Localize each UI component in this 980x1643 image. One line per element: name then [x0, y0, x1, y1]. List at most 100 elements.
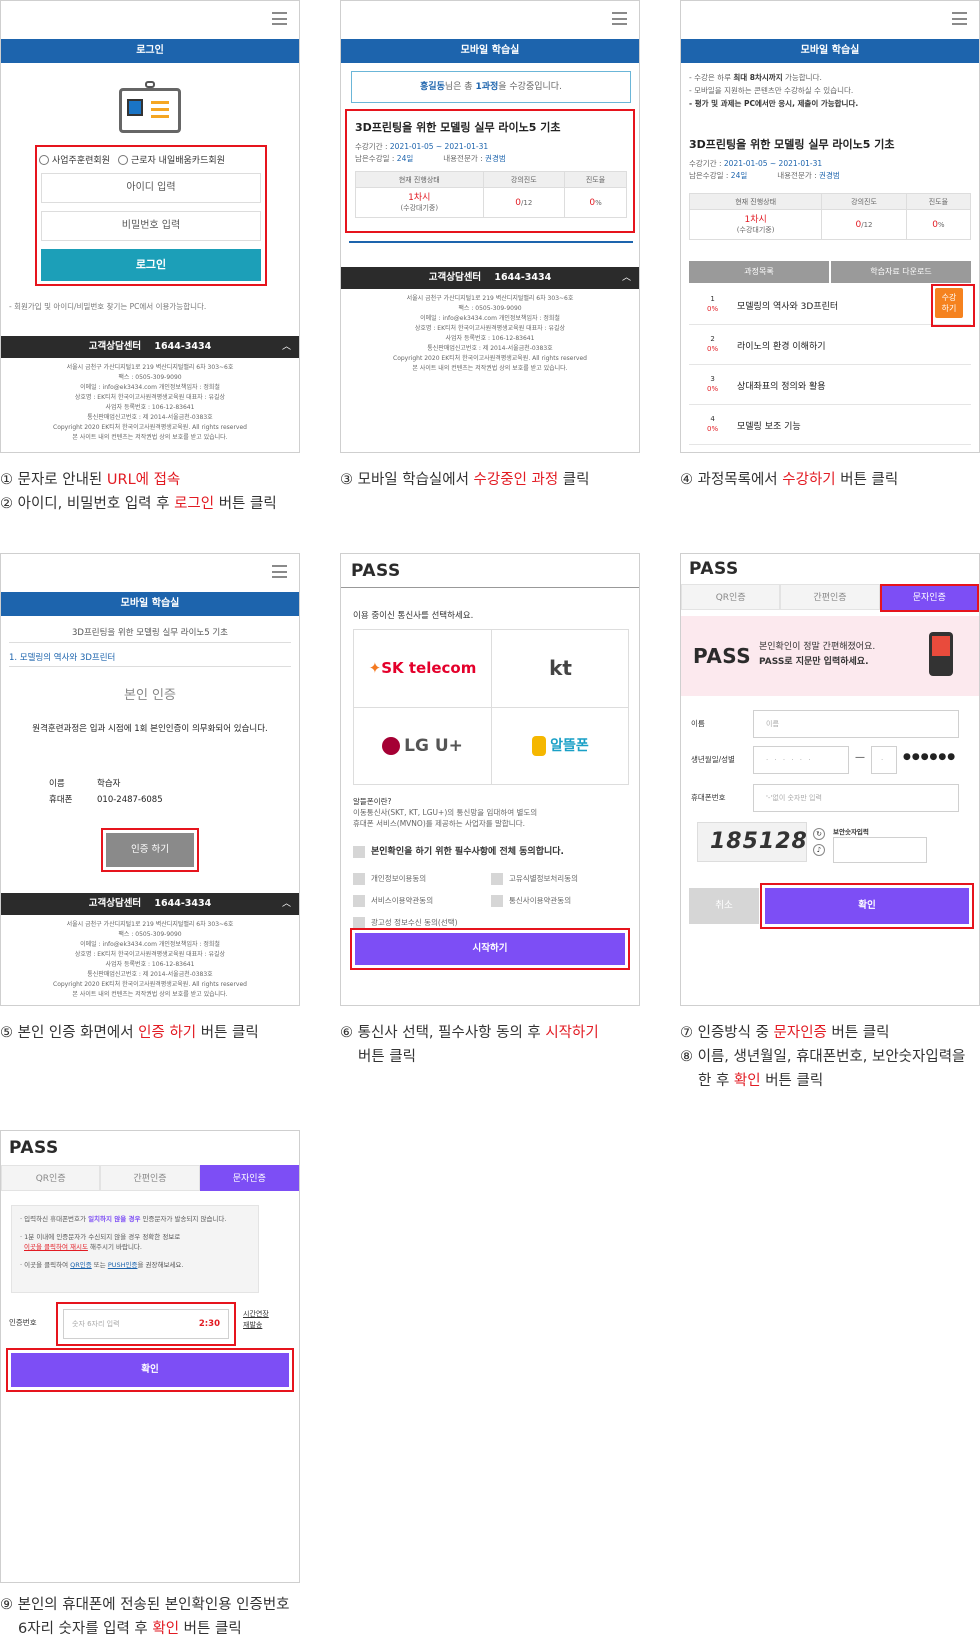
notice-highlight: 일치하지 않을 경우: [88, 1215, 141, 1223]
menu-icon[interactable]: [952, 12, 967, 25]
carrier-mvno[interactable]: 알뜰폰: [492, 708, 629, 785]
carrier-prompt: 이용 중이신 통신사를 선택하세요.: [353, 611, 474, 621]
agree-label: 서비스이용약관동의: [371, 896, 434, 905]
auth-tabs: QR인증 간편인증 문자인증: [1, 1165, 299, 1191]
cancel-button[interactable]: 취소: [689, 888, 759, 924]
retry-link[interactable]: 이곳을 클릭하여 재시도: [20, 1243, 88, 1251]
agree-item[interactable]: 서비스이용약관동의: [353, 890, 491, 912]
gender-input[interactable]: ·: [871, 746, 897, 774]
carrier-skt[interactable]: ✦SK telecom: [354, 630, 491, 707]
lesson-title: 상대좌표의 정의와 활용: [737, 382, 826, 392]
checkbox-icon: [353, 873, 365, 885]
chevron-up-icon[interactable]: ︿: [282, 336, 291, 358]
rate-unit: %: [937, 220, 945, 229]
resend-link[interactable]: 재발송: [243, 1320, 269, 1331]
name-input[interactable]: 이름: [753, 710, 959, 738]
mvno-mascot-icon: [532, 736, 547, 756]
lesson-title: 모델링 보조 기능: [737, 422, 801, 432]
course-count: 1과정: [475, 82, 499, 92]
identity-screen: 모바일 학습실 3D프린팅을 위한 모델링 실무 라이노5 기초 1. 모델링의…: [0, 553, 300, 1006]
carrier-kt[interactable]: kt: [492, 630, 629, 707]
tab-simple[interactable]: 간편인증: [100, 1165, 200, 1191]
captcha-input[interactable]: [833, 837, 927, 863]
footer-line: 본 사이트 내의 컨텐츠는 저작권법 상의 보호를 받고 있습니다.: [72, 991, 228, 998]
checkbox-icon: [491, 873, 503, 885]
list-head-course: 과정목록: [689, 261, 829, 283]
agree-item[interactable]: 개인정보이용동의: [353, 868, 491, 890]
name-label: 이름: [691, 719, 705, 728]
birth-input[interactable]: · · · · · ·: [753, 746, 849, 774]
enroll-notice: 홍길동님은 총 1과정을 수강중입니다.: [351, 71, 631, 103]
id-card-icon: [119, 81, 181, 133]
course-list-screen: 모바일 학습실 - 수강은 하루 최대 8차시까지 가능합니다. - 모바일을 …: [680, 0, 980, 453]
caption-text: 6자리 숫자를 입력 후: [18, 1621, 153, 1637]
list-item[interactable]: 4 0% 모델링 보조 기능: [689, 405, 971, 445]
caption-1: ① 문자로 안내된 URL에 접속 ② 아이디, 비밀번호 입력 후 로그인 버…: [0, 468, 277, 516]
caption-highlight: 시작하기: [545, 1025, 599, 1041]
chevron-up-icon[interactable]: ︿: [622, 267, 631, 289]
caption-highlight: 문자인증: [773, 1025, 827, 1041]
refresh-icon[interactable]: ↻: [813, 828, 825, 840]
audio-icon[interactable]: ♪: [813, 844, 825, 856]
mvno-question: 알뜰폰이란?: [353, 797, 392, 806]
list-item[interactable]: 1 0% 모델링의 역사와 3D프린터 수강 하기: [689, 285, 971, 325]
list-item[interactable]: 2 0% 라이노의 환경 이해하기: [689, 325, 971, 365]
carrier-label: SK telecom: [381, 659, 477, 677]
highlight-box: [350, 928, 630, 970]
carrier-lgu[interactable]: LG U+: [354, 708, 491, 785]
masked-digits: ●●●●●●: [903, 752, 957, 762]
tab-sms[interactable]: 문자인증: [199, 1165, 299, 1191]
push-link[interactable]: PUSH인증: [108, 1261, 138, 1269]
qr-link[interactable]: QR인증: [70, 1261, 92, 1269]
notice-text: · 이곳을 클릭하여: [20, 1261, 71, 1269]
page-title: 로그인: [1, 39, 299, 63]
lesson-no: 4: [710, 415, 715, 423]
tab-simple[interactable]: 간편인증: [780, 584, 880, 610]
list-header: 과정목록 학습자료 다운로드: [689, 261, 971, 283]
tab-qr[interactable]: QR인증: [681, 584, 781, 610]
birth-label: 생년월일/성별: [691, 755, 735, 764]
chevron-up-icon[interactable]: ︿: [282, 893, 291, 915]
page-title: 모바일 학습실: [681, 39, 979, 63]
caption-6: ⑥ 통신사 선택, 필수사항 동의 후 시작하기 버튼 클릭: [340, 1021, 599, 1069]
page-title: 모바일 학습실: [1, 592, 299, 616]
caption-9: ⑨ 본인의 휴대폰에 전송된 본인확인용 인증번호 6자리 숫자를 입력 후 확…: [0, 1593, 290, 1641]
notice-text: 또는: [91, 1261, 108, 1269]
caption-text: ② 아이디, 비밀번호 입력 후: [0, 496, 175, 512]
footer-line: Copyright 2020 EK티처 한국이고사원격평생교육원. All ri…: [393, 355, 587, 362]
agree-item[interactable]: 통신사이용약관동의: [491, 890, 571, 912]
notice-text: - 수강은 하루: [689, 73, 734, 82]
menu-icon[interactable]: [612, 12, 627, 25]
notice-text: · 1분 이내에 인증문자가 수신되지 않을 경우 정확한 정보로: [20, 1233, 181, 1241]
agree-item[interactable]: 고유식별정보처리동의: [491, 868, 578, 890]
tab-qr[interactable]: QR인증: [1, 1165, 101, 1191]
footer-line: Copyright 2020 EK티처 한국이고사원격평생교육원. All ri…: [53, 981, 247, 988]
phone-fingerprint-icon: [929, 632, 953, 676]
pass-logo: PASS: [351, 561, 401, 581]
login-note: - 회원가입 및 아이디/비밀번호 찾기는 PC에서 이용가능합니다.: [9, 302, 207, 311]
menu-icon[interactable]: [272, 565, 287, 578]
footer: 고객상담센터 1644-3434 ︿ 서울시 금천구 가산디지털1로 219 벽산…: [1, 893, 299, 1000]
caption-text: 버튼 클릭: [214, 496, 277, 512]
notice-text: 을 권장해보세요.: [137, 1261, 184, 1269]
agree-all[interactable]: 본인확인을 하기 위한 필수사항에 전체 동의합니다.: [353, 844, 564, 858]
caption-highlight: 수강하기: [782, 472, 836, 488]
lesson-name: 1. 모델링의 역사와 3D프린터: [9, 653, 116, 663]
user-name: 홍길동: [420, 82, 445, 92]
tutor-label: 내용전문가 :: [777, 171, 820, 180]
notice-text: · 입력하신 휴대폰번호가: [20, 1215, 89, 1223]
list-item[interactable]: 3 0% 상대좌표의 정의와 활용: [689, 365, 971, 405]
agree-label: 광고성 정보수신 동의(선택): [371, 918, 458, 927]
extend-time-link[interactable]: 시간연장: [243, 1309, 269, 1320]
mvno-info: 알뜰폰이란? 이동통신사(SKT, KT, LGU+)의 통신망을 임대하여 별…: [353, 796, 537, 829]
list-head-download: 학습자료 다운로드: [831, 261, 971, 283]
lesson-rate: 0%: [707, 345, 719, 353]
phone-input[interactable]: '-'없이 숫자만 입력: [753, 784, 959, 812]
lesson-list: 1 0% 모델링의 역사와 3D프린터 수강 하기 2 0% 라이노의 환경 이해하기…: [689, 285, 971, 445]
remain-value: 24일: [730, 171, 748, 180]
name-value: 학습자: [97, 779, 121, 789]
menu-icon[interactable]: [272, 12, 287, 25]
caption-5: ⑤ 본인 인증 화면에서 인증 하기 버튼 클릭: [0, 1021, 259, 1045]
caption-4: ④ 과정목록에서 수강하기 버튼 클릭: [680, 468, 898, 492]
current-session: 1차시: [744, 214, 767, 225]
